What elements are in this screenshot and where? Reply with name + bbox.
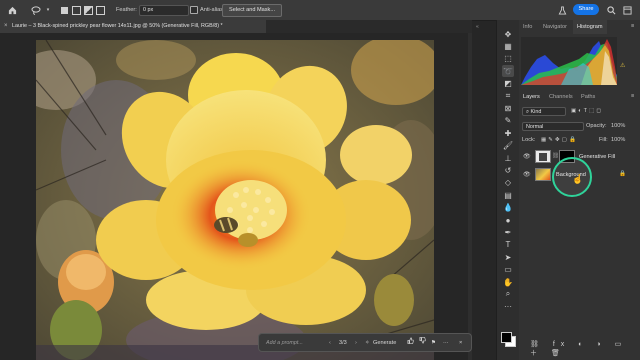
next-variation-icon[interactable]: ›	[355, 337, 357, 349]
contextual-task-bar: Add a prompt... ‹ 3/3 › ✧ Generate ⚑ ···…	[258, 333, 472, 352]
layer-panel-footer-icons[interactable]: ⛓ fx ◐ ◑ ▭ ＋ 🗑	[530, 340, 640, 358]
close-icon[interactable]: ×	[459, 337, 462, 349]
vertical-scrollbar[interactable]	[468, 33, 472, 360]
thumbs-up-icon[interactable]	[407, 337, 414, 349]
antialias-checkbox[interactable]	[190, 6, 198, 14]
move-tool-icon[interactable]: ✥	[502, 28, 514, 40]
variation-counter: 3/3	[339, 340, 347, 346]
gradient-tool-icon[interactable]: ▤	[502, 189, 514, 201]
generate-button[interactable]: Generate	[373, 337, 396, 349]
marquee-tool-icon[interactable]: ⬚	[502, 53, 514, 65]
visibility-eye-icon[interactable]: 👁	[523, 171, 531, 178]
antialias-label: Anti-alias	[200, 7, 224, 13]
panel-menu-icon[interactable]: ≡	[631, 23, 634, 29]
thumbs-down-icon[interactable]	[419, 337, 426, 349]
tab-channels[interactable]: Channels	[545, 90, 577, 104]
tab-histogram[interactable]: Histogram	[573, 20, 607, 34]
brush-tool-icon[interactable]: 🖌	[502, 140, 514, 152]
layer-thumbnail	[535, 150, 551, 163]
blend-mode-dropdown[interactable]: Normal	[522, 122, 584, 131]
healing-brush-icon[interactable]: ✚	[502, 127, 514, 139]
panel-menu-icon[interactable]: ≡	[631, 93, 634, 99]
type-tool-icon[interactable]: T	[502, 239, 514, 251]
filter-kind-label: Kind	[530, 109, 542, 115]
options-bar: ▾ Feather: 0 px Anti-alias Select and Ma…	[0, 0, 640, 21]
home-icon[interactable]	[6, 4, 18, 16]
blur-tool-icon[interactable]: 💧	[502, 202, 514, 214]
fill-label: Fill:	[599, 137, 608, 143]
subtract-selection-icon[interactable]	[82, 4, 94, 16]
share-button[interactable]: Share	[573, 4, 599, 15]
pen-tool-icon[interactable]: ✒	[502, 226, 514, 238]
select-and-mask-button[interactable]: Select and Mask...	[222, 4, 283, 17]
more-tools-icon[interactable]: ···	[502, 301, 514, 313]
rectangle-tool-icon[interactable]: ▭	[502, 264, 514, 276]
fill-value[interactable]: 100%	[611, 137, 625, 143]
close-icon[interactable]: ×	[4, 20, 8, 33]
document-tab-bar: × Laurie – 3 Black-spined prickley pear …	[0, 20, 472, 34]
collapse-panels-icon[interactable]: «	[476, 24, 492, 32]
add-to-selection-icon[interactable]	[70, 4, 82, 16]
tab-paths[interactable]: Paths	[577, 90, 599, 104]
lock-icons[interactable]: ▦✎✥▢🔒	[541, 137, 578, 143]
flask-icon[interactable]	[556, 4, 568, 16]
sparkle-icon: ✧	[365, 340, 370, 346]
history-brush-icon[interactable]: ↺	[502, 164, 514, 176]
layer-filter-dropdown[interactable]: ⌕ Kind	[522, 107, 566, 116]
workspace-icon[interactable]	[621, 4, 633, 16]
tools-panel: ✥ ▦ ⬚ ➰ ◩ ⌗ ⊠ ✎ ✚ 🖌 ⊥ ↺ ◇ ▤ 💧 ● ✒ T ➤ ▭ ✋ ⌕ ···	[496, 20, 520, 360]
artboard-icon[interactable]: ▦	[502, 40, 514, 52]
opacity-value[interactable]: 100%	[611, 123, 625, 129]
foreground-color-swatch[interactable]	[501, 332, 512, 343]
layer-filter-icons[interactable]: ▣◐T⬚◻	[571, 108, 603, 114]
opacity-label: Opacity:	[586, 123, 607, 129]
more-options-icon[interactable]: ···	[443, 337, 449, 349]
frame-tool-icon[interactable]: ⊠	[502, 102, 514, 114]
path-select-icon[interactable]: ➤	[502, 251, 514, 263]
chevron-down-icon[interactable]: ▾	[42, 4, 54, 16]
lock-icon: 🔒	[619, 171, 626, 177]
zoom-tool-icon[interactable]: ⌕	[502, 288, 514, 300]
document-canvas-image[interactable]	[36, 40, 434, 360]
eyedropper-icon[interactable]: ✎	[502, 115, 514, 127]
eraser-icon[interactable]: ◇	[502, 177, 514, 189]
feather-input[interactable]: 0 px	[139, 5, 189, 16]
visibility-eye-icon[interactable]: 👁	[523, 153, 531, 160]
crop-tool-icon[interactable]: ⌗	[502, 90, 514, 102]
intersect-selection-icon[interactable]	[94, 4, 106, 16]
clone-stamp-icon[interactable]: ⊥	[502, 152, 514, 164]
document-tab[interactable]: × Laurie – 3 Black-spined prickley pear …	[0, 20, 266, 33]
generative-prompt-input[interactable]: Add a prompt...	[263, 337, 326, 349]
dodge-tool-icon[interactable]: ●	[502, 214, 514, 226]
histogram-graph	[521, 37, 617, 85]
hand-tool-icon[interactable]: ✋	[502, 276, 514, 288]
lock-label: Lock:	[522, 137, 536, 143]
new-selection-icon[interactable]	[58, 4, 70, 16]
tab-info[interactable]: Info	[519, 20, 536, 34]
previous-variation-icon[interactable]: ‹	[329, 337, 331, 349]
feather-label: Feather:	[116, 7, 137, 13]
search-icon[interactable]	[605, 4, 617, 16]
document-title: Laurie – 3 Black-spined prickley pear fl…	[12, 23, 223, 29]
lasso-tool-preset-icon[interactable]	[30, 4, 42, 16]
hand-cursor-icon: ☝	[572, 174, 584, 184]
tab-navigator[interactable]: Navigator	[539, 20, 571, 34]
object-select-icon[interactable]: ◩	[502, 78, 514, 90]
flag-icon[interactable]: ⚑	[431, 337, 436, 349]
lasso-tool-icon[interactable]: ➰	[502, 65, 514, 78]
warning-icon[interactable]: ⚠	[620, 62, 625, 69]
layer-thumbnail	[535, 168, 551, 181]
tab-layers[interactable]: Layers	[519, 90, 544, 104]
